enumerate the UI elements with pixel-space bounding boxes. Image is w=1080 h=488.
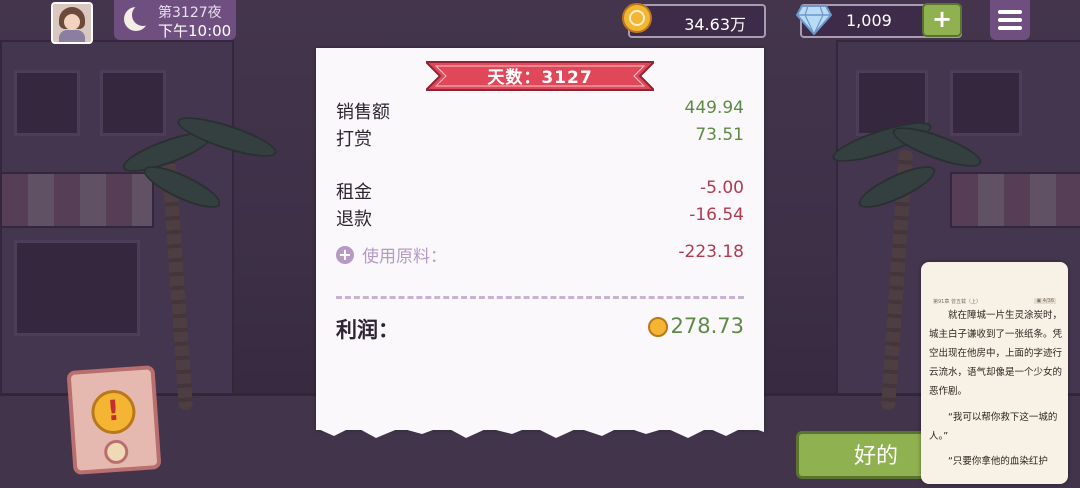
tips-label: 打赏 xyxy=(336,129,372,150)
expand-materials-button[interactable]: + xyxy=(336,246,354,264)
chapter-header: 第91章 曾五载（上） xyxy=(933,299,981,305)
materials-label[interactable]: 使用原料： xyxy=(362,242,447,267)
night-panel: 第3127夜 下午10:00 xyxy=(114,0,236,40)
clock-time: 下午10:00 xyxy=(158,22,232,40)
alert-card[interactable]: ! xyxy=(66,365,162,475)
page-badge: ▣ 4/36 xyxy=(1034,298,1056,304)
refund-value: -16.54 xyxy=(689,205,744,225)
coin-icon xyxy=(648,317,668,337)
rent-label: 租金 xyxy=(336,182,372,203)
sales-value: 449.94 xyxy=(684,98,744,118)
coin-amount: 34.63万 xyxy=(684,15,746,34)
gem-amount: 1,009 xyxy=(846,11,892,30)
tips-value: 73.51 xyxy=(695,125,744,145)
night-counter: 第3127夜 xyxy=(158,5,222,21)
divider xyxy=(336,296,744,299)
day-title: 天数：3127 xyxy=(487,68,593,88)
materials-value: -223.18 xyxy=(678,242,744,262)
receipt-torn-edge xyxy=(316,422,764,438)
profit-label: 利润： xyxy=(336,318,399,342)
reader-paragraph: “只要你拿他的血染红护 xyxy=(948,456,1048,467)
sales-label: 销售额 xyxy=(336,102,390,123)
add-gems-button[interactable]: + xyxy=(922,3,962,37)
novel-reader-popup[interactable]: 第91章 曾五载（上） ▣ 4/36 就在障城一片生灵涂炭时，城主白子谦收到了一… xyxy=(921,262,1068,484)
reader-paragraph: “我可以帮你救下这一城的人。” xyxy=(929,412,1058,442)
hamburger-menu-icon[interactable] xyxy=(990,0,1030,40)
profit-value: 278.73 xyxy=(670,314,744,338)
coin-icon xyxy=(622,3,652,33)
exclamation-icon: ! xyxy=(89,388,137,436)
card-coin-icon xyxy=(103,439,130,465)
refund-label: 退款 xyxy=(336,209,372,230)
rent-value: -5.00 xyxy=(700,178,744,198)
diamond-icon xyxy=(796,5,832,36)
player-avatar[interactable] xyxy=(51,2,93,44)
reader-paragraph: 就在障城一片生灵涂炭时，城主白子谦收到了一张纸条。凭空出现在他房中，上面的字迹行… xyxy=(929,310,1063,397)
